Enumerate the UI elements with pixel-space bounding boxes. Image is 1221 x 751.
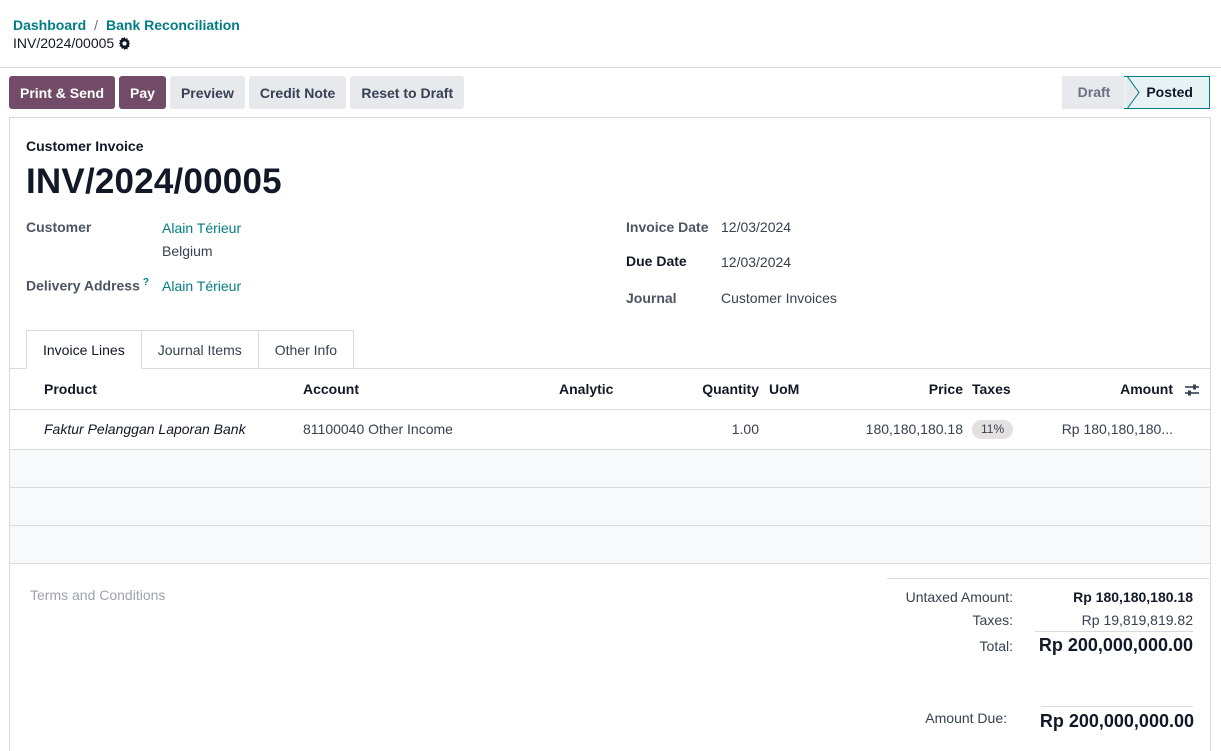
column-product[interactable]: Product <box>44 381 97 397</box>
totals-top-divider <box>887 578 1209 579</box>
amount-due-label: Amount Due: <box>925 710 1007 726</box>
taxes-value: Rp 19,819,819.82 <box>1081 612 1193 628</box>
breadcrumb: Dashboard / Bank Reconciliation <box>13 17 240 33</box>
row-price: 180,180,180.18 <box>865 421 963 437</box>
tab-other-info[interactable]: Other Info <box>258 330 355 369</box>
breadcrumb-dashboard[interactable]: Dashboard <box>13 17 86 33</box>
tax-badge: 11% <box>972 420 1014 439</box>
control-panel: Dashboard / Bank Reconciliation INV/2024… <box>0 0 1221 68</box>
delivery-address-link[interactable]: Alain Térieur <box>162 278 241 294</box>
column-quantity[interactable]: Quantity <box>702 381 759 397</box>
sliders-icon[interactable] <box>1184 382 1200 398</box>
delivery-address-label-text: Delivery Address <box>26 277 140 294</box>
empty-row <box>10 488 1210 526</box>
column-uom[interactable]: UoM <box>769 381 799 397</box>
customer-country: Belgium <box>162 243 213 259</box>
action-toolbar: Print & Send Pay Preview Credit Note Res… <box>9 76 465 109</box>
total-value: Rp 200,000,000.00 <box>1038 635 1193 655</box>
delivery-address-label: Delivery Address? <box>26 277 149 294</box>
tab-journal-items[interactable]: Journal Items <box>141 330 259 369</box>
journal-field[interactable]: Customer Invoices <box>721 290 837 306</box>
reset-to-draft-button[interactable]: Reset to Draft <box>350 76 465 109</box>
row-account: 81100040 Other Income <box>303 421 453 437</box>
form-sheet: Customer Invoice INV/2024/00005 Customer… <box>9 117 1211 751</box>
untaxed-amount-label: Untaxed Amount: <box>905 589 1013 605</box>
invoice-date-field[interactable]: 12/03/2024 <box>721 219 791 235</box>
journal-label: Journal <box>626 290 677 306</box>
tab-invoice-lines[interactable]: Invoice Lines <box>26 330 142 369</box>
row-amount: Rp 180,180,180... <box>1061 421 1173 437</box>
gear-icon[interactable] <box>118 36 131 50</box>
untaxed-amount-value: Rp 180,180,180.18 <box>1073 589 1193 605</box>
customer-label: Customer <box>26 219 92 235</box>
customer-link[interactable]: Alain Térieur <box>162 220 241 236</box>
print-send-button[interactable]: Print & Send <box>9 76 116 109</box>
amount-due-divider <box>1041 706 1193 707</box>
due-date-field[interactable]: 12/03/2024 <box>721 254 791 270</box>
table-row[interactable]: Faktur Pelanggan Laporan Bank 81100040 O… <box>10 410 1210 450</box>
breadcrumb-bank-reconciliation[interactable]: Bank Reconciliation <box>106 17 240 33</box>
status-draft[interactable]: Draft <box>1061 76 1125 109</box>
table-header: Product Account Analytic Quantity UoM Pr… <box>10 369 1210 410</box>
record-name: INV/2024/00005 <box>13 35 115 51</box>
invoice-date-label: Invoice Date <box>626 219 709 235</box>
record-title: INV/2024/00005 <box>13 35 131 51</box>
row-quantity: 1.00 <box>731 421 759 437</box>
empty-row <box>10 526 1210 564</box>
empty-row <box>10 450 1210 488</box>
column-amount[interactable]: Amount <box>1120 381 1173 397</box>
due-date-label: Due Date <box>626 253 687 269</box>
document-type: Customer Invoice <box>26 138 144 154</box>
breadcrumb-separator: / <box>94 17 99 33</box>
total-label: Total: <box>979 638 1013 654</box>
status-arrow-icon <box>1127 76 1145 109</box>
taxes-divider <box>1035 631 1193 632</box>
amount-due-value: Rp 200,000,000.00 <box>1039 711 1194 731</box>
column-taxes[interactable]: Taxes <box>972 381 1011 397</box>
taxes-label: Taxes: <box>972 612 1013 628</box>
credit-note-button[interactable]: Credit Note <box>248 76 347 109</box>
preview-button[interactable]: Preview <box>169 76 245 109</box>
pay-button[interactable]: Pay <box>119 76 166 109</box>
document-name: INV/2024/00005 <box>26 162 282 201</box>
column-price[interactable]: Price <box>929 381 963 397</box>
column-account[interactable]: Account <box>303 381 359 397</box>
column-analytic[interactable]: Analytic <box>559 381 613 397</box>
terms-conditions-field[interactable]: Terms and Conditions <box>30 587 165 603</box>
row-product: Faktur Pelanggan Laporan Bank <box>44 421 246 437</box>
notebook-tabs: Invoice Lines Journal Items Other Info <box>26 330 355 369</box>
help-icon[interactable]: ? <box>143 277 149 288</box>
